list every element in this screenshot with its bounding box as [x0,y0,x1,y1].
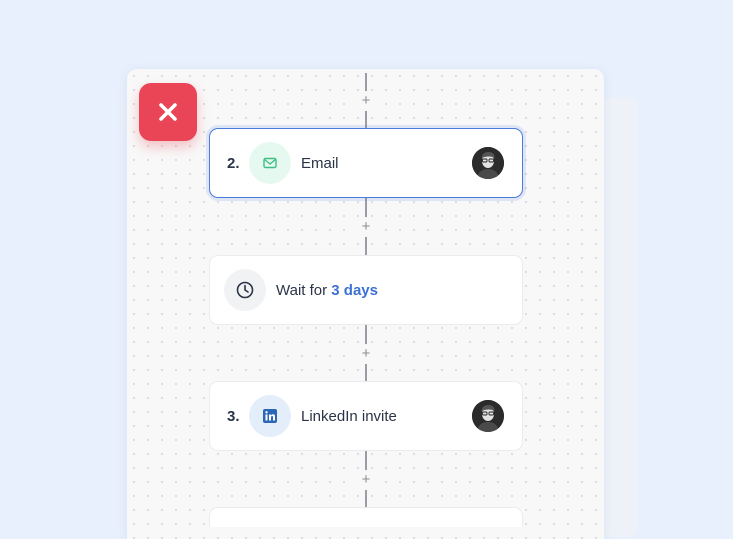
step-title: Email [301,154,339,172]
step-number: 2. [227,154,240,172]
close-icon[interactable] [139,83,197,141]
wait-duration[interactable]: 3 days [331,282,378,299]
step-card-wait[interactable]: Wait for 3 days [209,255,523,325]
add-step-button[interactable]: + [356,217,376,237]
add-step-button[interactable]: + [356,344,376,364]
add-step-button[interactable]: + [356,91,376,111]
avatar[interactable] [472,147,504,179]
mail-icon [249,142,291,184]
avatar[interactable] [472,400,504,432]
step-title: LinkedIn invite [301,407,397,425]
step-card-linkedin[interactable]: 3. LinkedIn invite [209,381,523,451]
add-step-button[interactable]: + [356,470,376,490]
step-card-email[interactable]: 2. Email [209,128,523,198]
step-number: 3. [227,407,240,425]
clock-icon [224,269,266,311]
wait-label: Wait for 3 days [276,281,378,299]
linkedin-icon [249,395,291,437]
background-panel [600,97,638,537]
step-card-next[interactable] [209,507,523,527]
